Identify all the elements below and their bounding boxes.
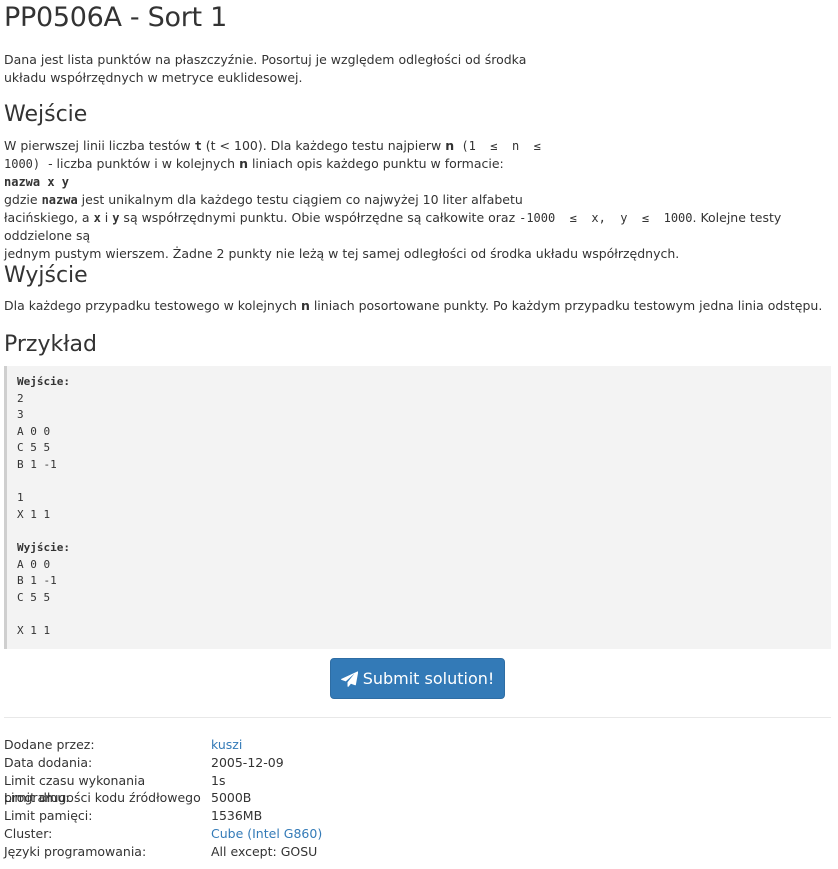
meta-key: Limit pamięci: bbox=[4, 808, 93, 824]
meta-value: 2005-12-09 bbox=[211, 754, 284, 770]
meta-value: 5000B bbox=[211, 790, 252, 806]
input-format: nazwa x y bbox=[4, 175, 70, 189]
coord-range: -1000 ≤ x, y ≤ 1000 bbox=[519, 211, 693, 225]
example-heading: Przykład bbox=[4, 332, 97, 357]
meta-key: Języki programowania: bbox=[4, 843, 147, 859]
n-range-end: 1000) bbox=[4, 157, 41, 171]
example-output-label: Wyjście: bbox=[17, 540, 70, 554]
input-text: gdzie bbox=[4, 192, 42, 207]
meta-key: Dodane przez: bbox=[4, 737, 95, 752]
var-x: x bbox=[93, 211, 101, 225]
problem-metadata: Dodane przez: kuszi Data dodania: 2005-12-0… bbox=[4, 736, 322, 861]
example-output-line: A 0 0 bbox=[17, 557, 51, 571]
description-line-2: układu współrzędnych w metryce euklideso… bbox=[4, 70, 303, 85]
output-text: Dla każdego przypadku testowego w kolejn… bbox=[4, 298, 301, 313]
n-range: (1 ≤ n ≤ bbox=[454, 139, 541, 153]
input-text: (t < 100). Dla każdego testu najpierw bbox=[201, 138, 446, 153]
output-text: liniach posortowane punkty. Po każdym pr… bbox=[309, 298, 823, 313]
meta-row: Dodane przez: kuszi bbox=[4, 736, 322, 754]
page-title: PP0506A - Sort 1 bbox=[4, 2, 227, 33]
input-text: jest unikalnym dla każdego testu ciągiem… bbox=[77, 192, 523, 207]
example-output-line: X 1 1 bbox=[17, 623, 51, 637]
example-code: Wejście: 2 3 A 0 0 C 5 5 B 1 -1 1 X 1 1 … bbox=[7, 366, 831, 640]
input-text: jednym pustym wierszem. Żadne 2 punkty n… bbox=[4, 246, 680, 261]
example-input-line: X 1 1 bbox=[17, 507, 51, 521]
var-n: n bbox=[300, 298, 310, 313]
input-text: W pierwszej linii liczba testów bbox=[4, 138, 195, 153]
meta-row: Data dodania: 2005-12-09 bbox=[4, 754, 322, 772]
example-block: Wejście: 2 3 A 0 0 C 5 5 B 1 -1 1 X 1 1 … bbox=[4, 366, 831, 649]
var-nazwa: nazwa bbox=[41, 193, 78, 207]
input-description: W pierwszej linii liczba testów t (t < 1… bbox=[4, 137, 834, 263]
var-n: n bbox=[239, 156, 248, 171]
example-output-line: B 1 -1 bbox=[17, 574, 57, 588]
input-text: - liczba punktów i w kolejnych bbox=[40, 156, 240, 171]
meta-row: Limit długości kodu źródłowego 5000B bbox=[4, 789, 322, 807]
meta-value: Cube (Intel G860) bbox=[211, 825, 322, 843]
input-text: łacińskiego, a bbox=[4, 210, 94, 225]
input-text: i bbox=[100, 210, 113, 225]
meta-link[interactable]: Cube (Intel G860) bbox=[211, 826, 322, 841]
meta-row: Języki programowania: All except: GOSU bbox=[4, 843, 322, 861]
divider bbox=[4, 717, 831, 718]
example-input-label: Wejście: bbox=[17, 375, 70, 388]
meta-value: 1s bbox=[211, 772, 226, 788]
example-input-line: 1 bbox=[17, 491, 24, 505]
example-input-line: 2 bbox=[17, 391, 24, 405]
var-n: n bbox=[445, 138, 455, 153]
example-input-line: 3 bbox=[17, 408, 24, 422]
meta-link[interactable]: kuszi bbox=[211, 737, 242, 752]
var-t: t bbox=[194, 139, 202, 153]
example-output-line: C 5 5 bbox=[17, 590, 51, 604]
output-description: Dla każdego przypadku testowego w kolejn… bbox=[4, 297, 822, 315]
input-text: liniach opis każdego punktu w formacie: bbox=[247, 156, 504, 171]
example-input-line: C 5 5 bbox=[17, 441, 51, 455]
submit-solution-label: Submit solution! bbox=[362, 669, 495, 688]
meta-value: All except: GOSU bbox=[211, 843, 318, 859]
example-input-line: A 0 0 bbox=[17, 424, 51, 438]
meta-key: Limit długości kodu źródłowego bbox=[4, 790, 201, 806]
meta-key: Data dodania: bbox=[4, 754, 93, 770]
meta-value: kuszi bbox=[211, 736, 242, 754]
submit-solution-button[interactable]: Submit solution! bbox=[330, 658, 505, 699]
problem-description: Dana jest lista punktów na płaszczyźnie.… bbox=[4, 51, 526, 87]
meta-key: Cluster: bbox=[4, 825, 53, 841]
meta-key: Limit czasu wykonania programu: bbox=[4, 772, 146, 806]
description-line-1: Dana jest lista punktów na płaszczyźnie.… bbox=[4, 52, 527, 67]
paper-plane-icon bbox=[340, 670, 358, 687]
output-heading: Wyjście bbox=[4, 263, 88, 288]
example-input-line: B 1 -1 bbox=[17, 457, 57, 471]
meta-value: 1536MB bbox=[211, 808, 263, 824]
meta-row: Limit pamięci: 1536MB bbox=[4, 807, 322, 825]
input-text: są współrzędnymi punktu. Obie współrzędn… bbox=[119, 210, 520, 225]
meta-row: Limit czasu wykonania programu: 1s bbox=[4, 772, 322, 806]
input-heading: Wejście bbox=[4, 102, 88, 127]
meta-row: Cluster: Cube (Intel G860) bbox=[4, 825, 322, 843]
problem-page: PP0506A - Sort 1 Dana jest lista punktów… bbox=[0, 0, 838, 869]
